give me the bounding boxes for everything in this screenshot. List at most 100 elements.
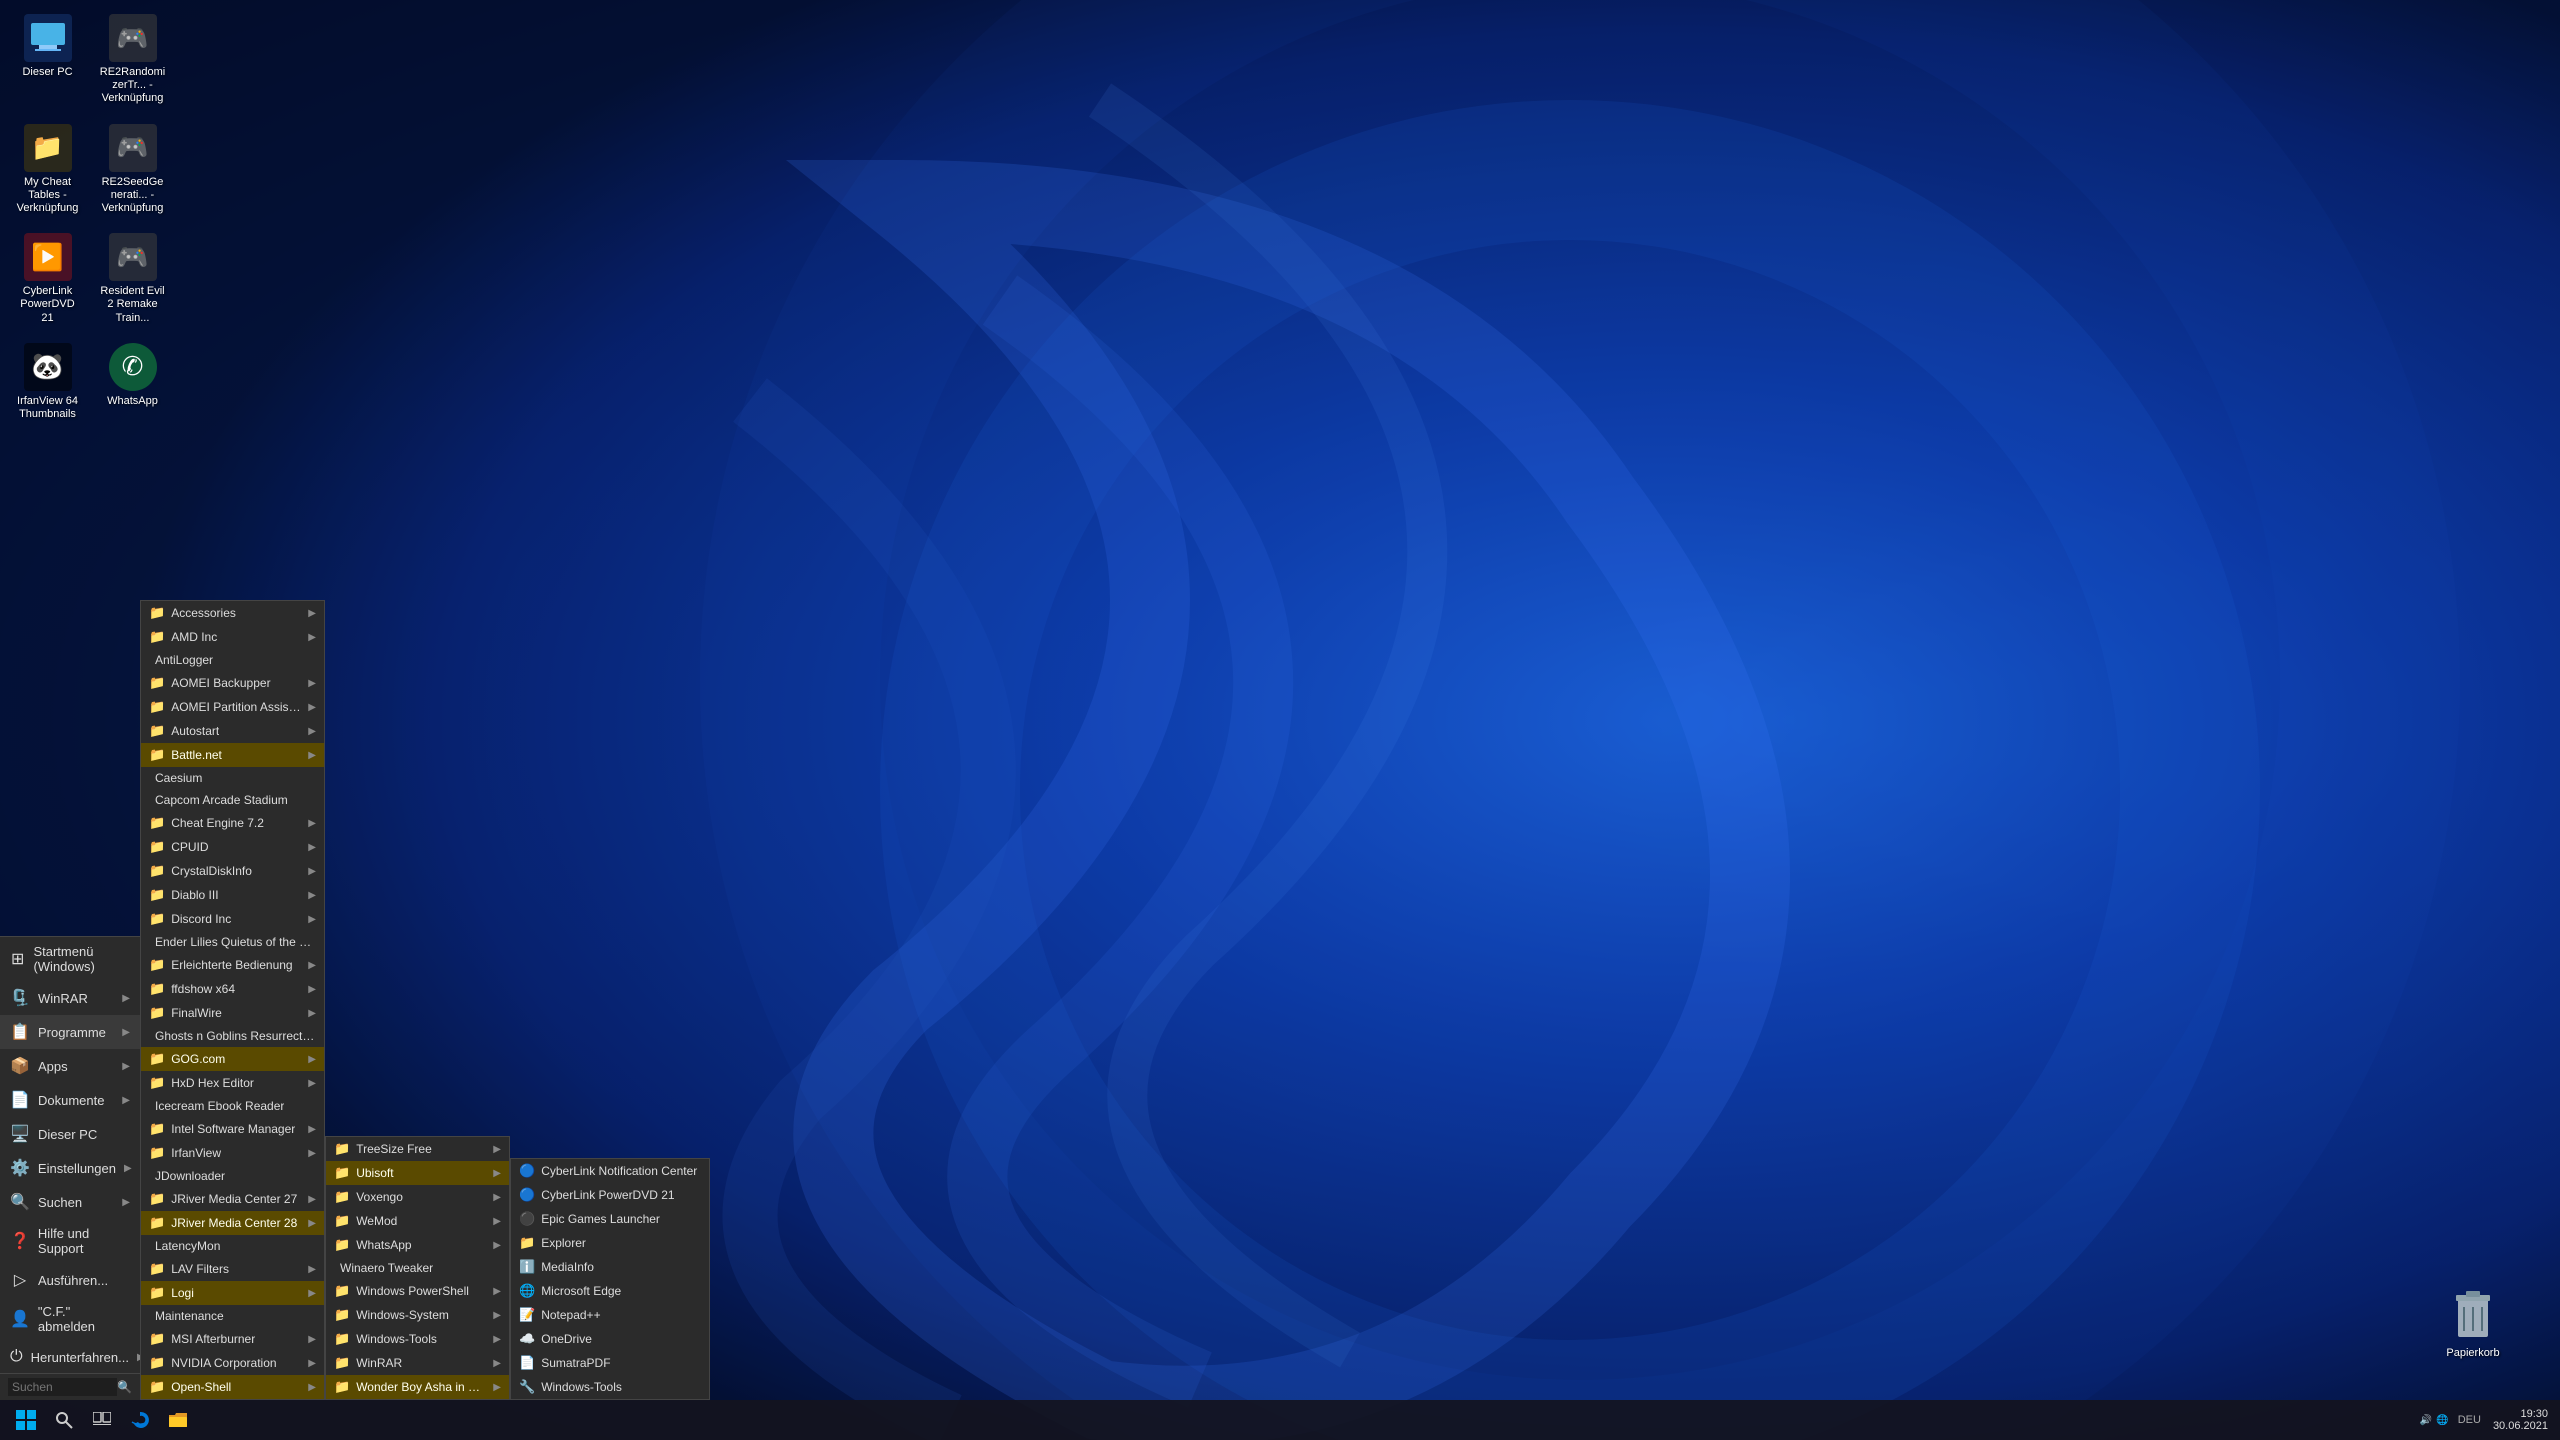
- prog-item-34[interactable]: 📁Origin▶: [141, 1399, 324, 1400]
- start-search-input[interactable]: [8, 1378, 117, 1396]
- start-item-dokumente[interactable]: 📄 Dokumente ▶: [0, 1083, 140, 1117]
- prog-item-1[interactable]: 📁AMD Inc▶: [141, 625, 324, 649]
- wb-item-8[interactable]: 📄SumatraPDF: [511, 1351, 709, 1375]
- prog-item-5[interactable]: 📁Autostart▶: [141, 719, 324, 743]
- folder-icon-6: 📁: [149, 747, 165, 763]
- prog-item-33[interactable]: 📁Open-Shell▶: [141, 1375, 324, 1399]
- desktop-icon-cyberlink[interactable]: ▶️ CyberLink PowerDVD 21: [10, 229, 85, 329]
- prog-label-21: Icecream Ebook Reader: [155, 1099, 284, 1113]
- desktop-icon-dieser-pc[interactable]: Dieser PC: [10, 10, 85, 110]
- prog-label-7: Caesium: [155, 771, 202, 785]
- wb-item-7[interactable]: ☁️OneDrive: [511, 1327, 709, 1351]
- start-item-hilfe[interactable]: ❓ Hilfe und Support: [0, 1219, 140, 1263]
- taskbar-task-view-button[interactable]: [84, 1402, 120, 1438]
- wb-item-0[interactable]: 🔵CyberLink Notification Center: [511, 1159, 709, 1183]
- sub-label-10: Wonder Boy Asha in Monster World: [356, 1380, 487, 1394]
- start-item-einstellungen[interactable]: ⚙️ Einstellungen ▶: [0, 1151, 140, 1185]
- start-item-suchen[interactable]: 🔍 Suchen ▶: [0, 1185, 140, 1219]
- prog-item-6[interactable]: 📁Battle.net▶: [141, 743, 324, 767]
- prog-item-32[interactable]: 📁NVIDIA Corporation▶: [141, 1351, 324, 1375]
- sub-folder-icon-9: 📁: [334, 1355, 350, 1371]
- taskbar-explorer-button[interactable]: [160, 1402, 196, 1438]
- prog-item-29[interactable]: 📁Logi▶: [141, 1281, 324, 1305]
- programs-menu: 📁Accessories▶📁AMD Inc▶AntiLogger📁AOMEI B…: [140, 600, 325, 1400]
- wb-item-5[interactable]: 🌐Microsoft Edge: [511, 1279, 709, 1303]
- desktop-icon-irfanview[interactable]: 🐼 IrfanView 64 Thumbnails: [10, 339, 85, 425]
- sub-item-10[interactable]: 📁Wonder Boy Asha in Monster World▶: [326, 1375, 509, 1399]
- prog-item-2[interactable]: AntiLogger: [141, 649, 324, 671]
- sub-arrow-icon-7: ▶: [493, 1310, 501, 1321]
- start-item-dieser-pc[interactable]: 🖥️ Dieser PC: [0, 1117, 140, 1151]
- prog-item-23[interactable]: 📁IrfanView▶: [141, 1141, 324, 1165]
- prog-item-24[interactable]: JDownloader: [141, 1165, 324, 1187]
- taskbar-clock[interactable]: 19:30 30.06.2021: [2489, 1408, 2552, 1432]
- prog-label-24: JDownloader: [155, 1169, 225, 1183]
- sub-item-5[interactable]: Winaero Tweaker: [326, 1257, 509, 1279]
- prog-item-27[interactable]: LatencyMon: [141, 1235, 324, 1257]
- prog-arrow-icon-25: ▶: [308, 1194, 316, 1205]
- start-item-apps[interactable]: 📦 Apps ▶: [0, 1049, 140, 1083]
- prog-item-30[interactable]: Maintenance: [141, 1305, 324, 1327]
- prog-item-28[interactable]: 📁LAV Filters▶: [141, 1257, 324, 1281]
- prog-item-15[interactable]: 📁Erleichterte Bedienung▶: [141, 953, 324, 977]
- prog-item-11[interactable]: 📁CrystalDiskInfo▶: [141, 859, 324, 883]
- recycle-bin[interactable]: Papierkorb: [2446, 1289, 2500, 1360]
- start-item-winrar[interactable]: 🗜️ WinRAR ▶: [0, 981, 140, 1015]
- prog-item-9[interactable]: 📁Cheat Engine 7.2▶: [141, 811, 324, 835]
- prog-item-20[interactable]: 📁HxD Hex Editor▶: [141, 1071, 324, 1095]
- prog-item-4[interactable]: 📁AOMEI Partition Assistant▶: [141, 695, 324, 719]
- prog-item-8[interactable]: Capcom Arcade Stadium: [141, 789, 324, 811]
- taskbar-search-button[interactable]: [46, 1402, 82, 1438]
- start-item-programme[interactable]: 📋 Programme ▶: [0, 1015, 140, 1049]
- taskbar-edge-button[interactable]: [122, 1402, 158, 1438]
- wb-item-3[interactable]: 📁Explorer: [511, 1231, 709, 1255]
- prog-item-12[interactable]: 📁Diablo III▶: [141, 883, 324, 907]
- prog-item-16[interactable]: 📁ffdshow x64▶: [141, 977, 324, 1001]
- prog-item-18[interactable]: Ghosts n Goblins Resurrection: [141, 1025, 324, 1047]
- herunterfahren-icon: ⏻: [10, 1348, 23, 1366]
- prog-item-17[interactable]: 📁FinalWire▶: [141, 1001, 324, 1025]
- prog-item-26[interactable]: 📁JRiver Media Center 28▶: [141, 1211, 324, 1235]
- start-item-ausfuehren[interactable]: ▷ Ausführen...: [0, 1263, 140, 1297]
- sub-arrow-icon-1: ▶: [493, 1168, 501, 1179]
- prog-item-10[interactable]: 📁CPUID▶: [141, 835, 324, 859]
- sub-item-4[interactable]: 📁WhatsApp▶: [326, 1233, 509, 1257]
- startmenu-windows-icon: ⊞: [10, 949, 25, 969]
- sub-item-1[interactable]: 📁Ubisoft▶: [326, 1161, 509, 1185]
- prog-item-0[interactable]: 📁Accessories▶: [141, 601, 324, 625]
- sub-item-9[interactable]: 📁WinRAR▶: [326, 1351, 509, 1375]
- desktop-icon-re2randomizer[interactable]: 🎮 RE2RandomizerTr... - Verknüpfung: [95, 10, 170, 110]
- sub-item-2[interactable]: 📁Voxengo▶: [326, 1185, 509, 1209]
- prog-item-21[interactable]: Icecream Ebook Reader: [141, 1095, 324, 1117]
- wb-item-4[interactable]: ℹ️MediaInfo: [511, 1255, 709, 1279]
- desktop-icon-whatsapp[interactable]: ✆ WhatsApp: [95, 339, 170, 425]
- start-item-startmenu[interactable]: ⊞ Startmenü (Windows): [0, 937, 140, 981]
- recycle-bin-label: Papierkorb: [2446, 1347, 2499, 1360]
- wb-item-1[interactable]: 🔵CyberLink PowerDVD 21: [511, 1183, 709, 1207]
- sub-item-7[interactable]: 📁Windows-System▶: [326, 1303, 509, 1327]
- prog-item-3[interactable]: 📁AOMEI Backupper▶: [141, 671, 324, 695]
- desktop-icon-cheat-tables[interactable]: 📁 My Cheat Tables - Verknüpfung: [10, 120, 85, 220]
- prog-item-31[interactable]: 📁MSI Afterburner▶: [141, 1327, 324, 1351]
- sub-item-0[interactable]: 📁TreeSize Free▶: [326, 1137, 509, 1161]
- taskbar-start-button[interactable]: [8, 1402, 44, 1438]
- sub-item-3[interactable]: 📁WeMod▶: [326, 1209, 509, 1233]
- prog-item-7[interactable]: Caesium: [141, 767, 324, 789]
- wb-item-6[interactable]: 📝Notepad++: [511, 1303, 709, 1327]
- prog-item-25[interactable]: 📁JRiver Media Center 27▶: [141, 1187, 324, 1211]
- start-item-herunterfahren[interactable]: ⏻ Herunterfahren... ▶: [0, 1341, 140, 1373]
- tray-lang: DEU: [2454, 1414, 2485, 1426]
- sub-item-8[interactable]: 📁Windows-Tools▶: [326, 1327, 509, 1351]
- wb-item-9[interactable]: 🔧Windows-Tools: [511, 1375, 709, 1399]
- prog-item-14[interactable]: Ender Lilies Quietus of the Knights: [141, 931, 324, 953]
- prog-item-13[interactable]: 📁Discord Inc▶: [141, 907, 324, 931]
- desktop-icon-resident-evil[interactable]: 🎮 Resident Evil 2 Remake Train...: [95, 229, 170, 329]
- prog-item-22[interactable]: 📁Intel Software Manager▶: [141, 1117, 324, 1141]
- prog-item-19[interactable]: 📁GOG.com▶: [141, 1047, 324, 1071]
- sub-item-6[interactable]: 📁Windows PowerShell▶: [326, 1279, 509, 1303]
- wb-item-2[interactable]: ⚫Epic Games Launcher: [511, 1207, 709, 1231]
- prog-arrow-icon-31: ▶: [308, 1334, 316, 1345]
- start-item-abmelden[interactable]: 👤 "C.F." abmelden: [0, 1297, 140, 1341]
- desktop-icon-re2seed[interactable]: 🎮 RE2SeedGenerati... - Verknüpfung: [95, 120, 170, 220]
- prog-label-6: Battle.net: [171, 748, 222, 762]
